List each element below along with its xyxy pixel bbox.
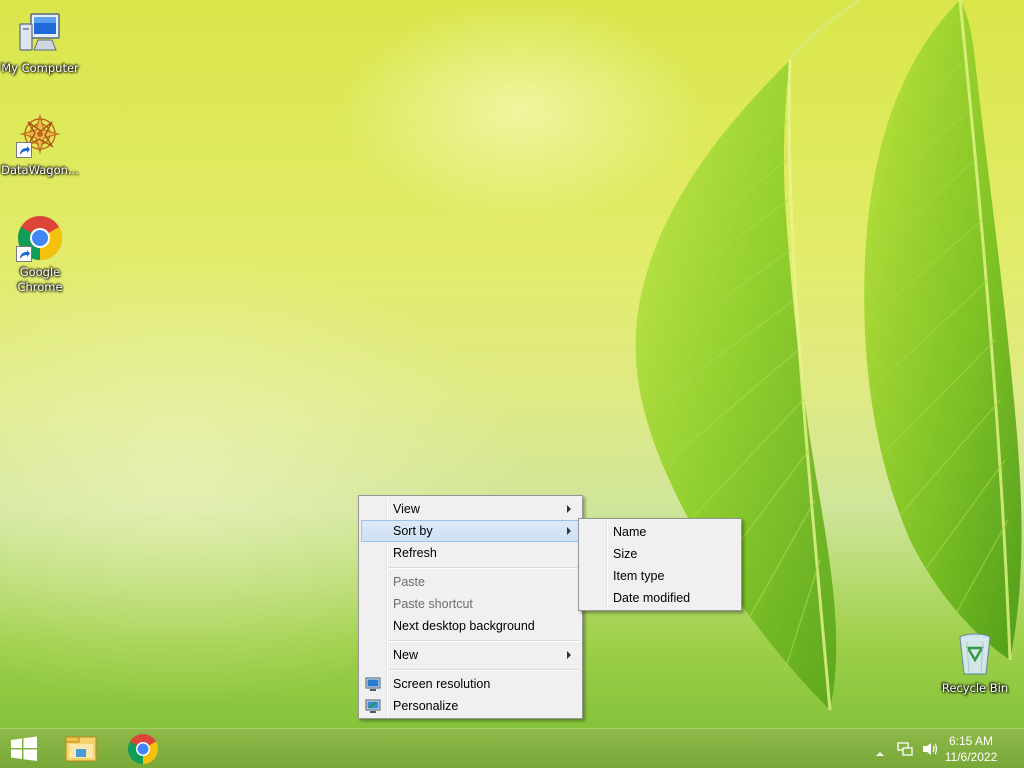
taskbar-chrome-button[interactable] <box>118 729 168 769</box>
personalize-icon <box>365 698 381 714</box>
menu-item-label: Sort by <box>393 524 433 538</box>
desktop-icon-my-computer[interactable]: My Computer <box>0 10 80 76</box>
desktop-context-menu: View Sort by Refresh Paste Paste shortcu… <box>358 495 583 719</box>
recycle-bin-icon <box>951 630 999 678</box>
menu-item-label: Screen resolution <box>393 677 491 691</box>
submenu-arrow-icon <box>567 651 571 659</box>
desktop-icon-label: Recycle Bin <box>941 681 1009 695</box>
menu-item-screen-resolution[interactable]: Screen resolution <box>361 673 580 695</box>
shortcut-arrow-icon <box>16 142 32 158</box>
menu-item-next-desktop-background[interactable]: Next desktop background <box>361 615 580 637</box>
menu-item-label: View <box>393 502 420 516</box>
menu-separator <box>389 567 579 569</box>
menu-item-paste[interactable]: Paste <box>361 571 580 593</box>
menu-item-label: Item type <box>613 569 665 583</box>
desktop-icon-recycle-bin[interactable]: Recycle Bin <box>935 630 1015 696</box>
menu-item-label: Paste shortcut <box>393 597 473 611</box>
menu-item-label: Refresh <box>393 546 437 560</box>
sort-option-date-modified[interactable]: Date modified <box>581 587 739 609</box>
taskbar: 6:15 AM 11/6/2022 <box>0 728 1024 768</box>
sort-option-size[interactable]: Size <box>581 543 739 565</box>
system-clock[interactable]: 6:15 AM 11/6/2022 <box>938 733 1004 765</box>
clock-date: 11/6/2022 <box>944 750 998 764</box>
desktop-icon-datawagon[interactable]: DataWagon... <box>0 112 80 178</box>
submenu-arrow-icon <box>567 505 571 513</box>
menu-separator <box>389 640 579 642</box>
menu-item-refresh[interactable]: Refresh <box>361 542 580 564</box>
chrome-icon <box>127 734 159 764</box>
submenu-arrow-icon <box>567 527 571 535</box>
taskbar-file-explorer-button[interactable] <box>56 729 106 769</box>
screen-resolution-icon <box>365 676 381 692</box>
desktop-icon-label: My Computer <box>1 61 79 75</box>
show-hidden-icons-button[interactable] <box>875 744 885 763</box>
menu-item-new[interactable]: New <box>361 644 580 666</box>
sort-option-item-type[interactable]: Item type <box>581 565 739 587</box>
desktop-icon-google-chrome[interactable]: Google Chrome <box>0 214 80 295</box>
computer-icon <box>16 10 64 58</box>
chrome-icon <box>16 214 64 262</box>
datawagon-logo-icon <box>16 112 64 160</box>
menu-item-label: Date modified <box>613 591 691 605</box>
sort-by-submenu: Name Size Item type Date modified <box>578 518 742 611</box>
shortcut-arrow-icon <box>16 246 32 262</box>
sort-option-name[interactable]: Name <box>581 521 739 543</box>
menu-item-paste-shortcut[interactable]: Paste shortcut <box>361 593 580 615</box>
volume-icon[interactable] <box>921 741 939 761</box>
desktop-icon-label: Google Chrome <box>17 265 63 294</box>
menu-item-label: Size <box>613 547 638 561</box>
menu-item-label: Personalize <box>393 699 459 713</box>
menu-item-view[interactable]: View <box>361 498 580 520</box>
network-icon[interactable] <box>896 741 914 761</box>
file-explorer-icon <box>65 736 97 762</box>
desktop-icon-label: DataWagon... <box>1 163 79 177</box>
clock-time: 6:15 AM <box>948 734 994 748</box>
menu-item-personalize[interactable]: Personalize <box>361 695 580 717</box>
menu-separator <box>389 669 579 671</box>
windows-logo-icon <box>11 736 37 761</box>
menu-item-label: New <box>393 648 419 662</box>
start-button[interactable] <box>0 729 48 769</box>
menu-item-label: Paste <box>393 575 425 589</box>
menu-item-label: Next desktop background <box>393 619 535 633</box>
menu-item-sort-by[interactable]: Sort by <box>361 520 580 542</box>
menu-item-label: Name <box>613 525 647 539</box>
